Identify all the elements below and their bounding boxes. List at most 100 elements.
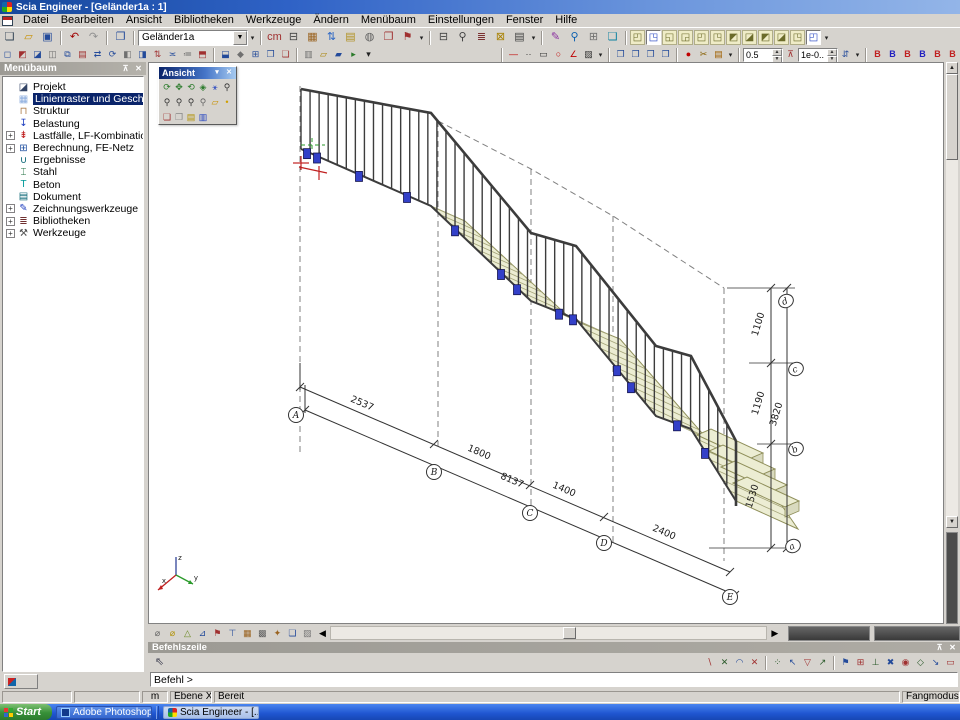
layer-box[interactable]: ❏: [285, 627, 300, 640]
render-mode[interactable]: ▥: [197, 110, 209, 124]
rect-tool[interactable]: ▭: [536, 48, 551, 61]
sidebar-item-stahl[interactable]: ⌶Stahl: [3, 166, 143, 178]
scroll-down-icon[interactable]: ▼: [946, 516, 958, 528]
join[interactable]: ⬓: [218, 48, 233, 61]
trim[interactable]: ≍: [165, 48, 180, 61]
view-front[interactable]: ◰: [630, 30, 645, 45]
command-input[interactable]: Befehl >: [150, 672, 958, 687]
units[interactable]: cm: [265, 29, 284, 46]
box-3d[interactable]: ⊠: [491, 29, 510, 46]
snap-tri[interactable]: ▽: [800, 656, 815, 669]
zoom-in[interactable]: ⚲: [221, 80, 233, 94]
mdi-child-icon[interactable]: [2, 16, 13, 26]
vertical-scrollbar[interactable]: ▲ ▼: [946, 62, 958, 528]
zoom-prev[interactable]: ⚲: [197, 95, 209, 109]
snap-dir[interactable]: ↗: [815, 656, 830, 669]
hatch-tool[interactable]: ▨: [581, 48, 596, 61]
menu-fenster[interactable]: Fenster: [500, 14, 549, 27]
view-axo2[interactable]: ◪: [742, 30, 757, 45]
beam-2[interactable]: B: [885, 48, 900, 61]
beam-1[interactable]: B: [870, 48, 885, 61]
more[interactable]: ▾: [361, 48, 376, 61]
zoom-all[interactable]: ⚲: [185, 95, 197, 109]
xy-input[interactable]: ⇅: [322, 29, 341, 46]
select-add[interactable]: ◩: [15, 48, 30, 61]
sidebar-item-werkzeuge[interactable]: +⚒Werkzeuge: [3, 227, 143, 239]
calculator[interactable]: ▦: [303, 29, 322, 46]
render-sphere[interactable]: ◍: [360, 29, 379, 46]
task-button-photoshop[interactable]: Adobe Photoshop ...: [56, 706, 152, 719]
sidebar-item-dokument[interactable]: ▤Dokument: [3, 191, 143, 203]
snap-arc[interactable]: ◠: [732, 656, 747, 669]
redo[interactable]: ↷: [84, 29, 103, 46]
pin-icon[interactable]: ⊼: [934, 642, 945, 653]
sidebar-item-beton[interactable]: TBeton: [3, 179, 143, 191]
snap-cursor[interactable]: ↖: [785, 656, 800, 669]
break[interactable]: ⬒: [195, 48, 210, 61]
extend[interactable]: ≔: [180, 48, 195, 61]
snap-mid[interactable]: ◇: [913, 656, 928, 669]
mesh-tool[interactable]: ▦: [240, 627, 255, 640]
sidebar-item-ergebnisse[interactable]: ∪Ergebnisse: [3, 154, 143, 166]
view-right[interactable]: ◲: [678, 30, 693, 45]
title-bar[interactable]: Scia Engineer - [Geländer1a : 1]: [0, 0, 960, 14]
snap-flag[interactable]: ⚑: [838, 656, 853, 669]
start-button[interactable]: Start: [0, 704, 52, 720]
snap-end[interactable]: ◉: [898, 656, 913, 669]
ansicht-toolbar-title[interactable]: Ansicht ▾ ✕: [159, 67, 236, 79]
chevron-down-icon[interactable]: ▾: [529, 30, 538, 45]
measure[interactable]: ▱: [316, 48, 331, 61]
level-tool[interactable]: ⊤: [225, 627, 240, 640]
expander-icon[interactable]: +: [6, 229, 15, 238]
sidebar-item-lastf-lle--lf-kombinatio[interactable]: +⇟Lastfälle, LF-Kombinationen: [3, 130, 143, 142]
project-combo[interactable]: Geländer1a▼: [138, 30, 248, 46]
snap-free[interactable]: ∖: [702, 656, 717, 669]
copy-entity[interactable]: ❐: [613, 48, 628, 61]
sidebar-item-berechnung--fe-netz[interactable]: +⊞Berechnung, FE-Netz: [3, 142, 143, 154]
view-bottom[interactable]: ◳: [710, 30, 725, 45]
menu-ndern[interactable]: Ändern: [307, 14, 354, 27]
undo[interactable]: ↶: [65, 29, 84, 46]
cut-tool[interactable]: ✂: [696, 48, 711, 61]
close-icon[interactable]: ✕: [133, 63, 144, 74]
view-axo3[interactable]: ◩: [758, 30, 773, 45]
sidebar-item-projekt[interactable]: ◪Projekt: [3, 81, 143, 93]
view-iso[interactable]: ◰: [806, 30, 821, 45]
circle-tool[interactable]: ○: [551, 48, 566, 61]
clipbox[interactable]: ▤: [185, 110, 197, 124]
spin-up-icon[interactable]: ▲: [772, 49, 782, 56]
scale[interactable]: ◨: [135, 48, 150, 61]
chevron-down-icon[interactable]: ▾: [726, 47, 735, 62]
chevron-down-icon[interactable]: ▾: [417, 30, 426, 45]
grid-tool[interactable]: ⊞: [584, 29, 603, 46]
spin-up-icon[interactable]: ▲: [827, 49, 837, 56]
orbit-view[interactable]: ⟲: [185, 80, 197, 94]
model-viewport[interactable]: 25371800140024008137ABCDE110011901530382…: [148, 62, 944, 624]
array[interactable]: ⊞: [248, 48, 263, 61]
chevron-down-icon[interactable]: ▾: [212, 68, 222, 78]
pin-icon[interactable]: ⊼: [120, 63, 131, 74]
sidebar-item-belastung[interactable]: ↧Belastung: [3, 118, 143, 130]
rotate[interactable]: ⟳: [105, 48, 120, 61]
flag-view[interactable]: ⚑: [398, 29, 417, 46]
link-1[interactable]: ⌀: [150, 627, 165, 640]
draw-tools[interactable]: ✎: [546, 29, 565, 46]
view-left[interactable]: ◱: [662, 30, 677, 45]
view-axo4[interactable]: ◪: [774, 30, 789, 45]
vertical-scroll-thumb[interactable]: [946, 74, 958, 160]
select-all[interactable]: ◻: [0, 48, 15, 61]
zoom-out[interactable]: ⚲: [161, 95, 173, 109]
angle-tool[interactable]: ∠: [566, 48, 581, 61]
chevron-down-icon[interactable]: ▾: [248, 30, 257, 45]
view-back[interactable]: ◳: [646, 30, 661, 45]
close-icon[interactable]: ✕: [224, 68, 234, 78]
annotate[interactable]: ▰: [331, 48, 346, 61]
snap-box[interactable]: ▭: [943, 656, 958, 669]
window-view-1[interactable]: ❏: [161, 110, 173, 124]
diagram-tool[interactable]: ⊿: [195, 627, 210, 640]
folder-view[interactable]: ▱: [209, 95, 221, 109]
triangle-tool[interactable]: △: [180, 627, 195, 640]
horizontal-scrollbar[interactable]: [330, 626, 767, 640]
layer-tool[interactable]: ❏: [603, 29, 622, 46]
paste-entity[interactable]: ❐: [658, 48, 673, 61]
